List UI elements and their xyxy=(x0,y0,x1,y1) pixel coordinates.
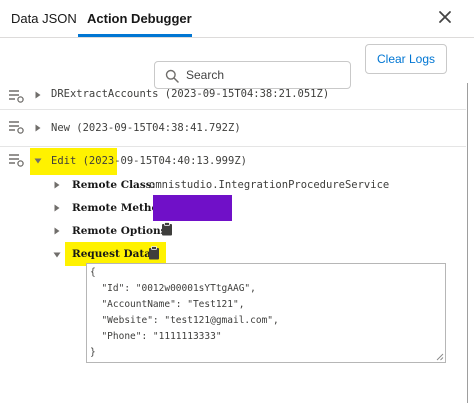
chevron-right-icon[interactable] xyxy=(53,181,61,189)
redacted-remote-method-value xyxy=(153,195,232,221)
json-line: { xyxy=(90,267,96,278)
active-tab-indicator xyxy=(78,34,192,37)
log-entry-title: New (2023-09-15T04:38:41.792Z) xyxy=(51,122,241,134)
log-list-icon xyxy=(9,90,24,103)
clipboard-icon[interactable] xyxy=(148,246,160,260)
chevron-down-icon[interactable] xyxy=(34,157,42,165)
json-line: "Id": "0012w00001sYTtgAAG", xyxy=(90,283,256,294)
chevron-right-icon[interactable] xyxy=(34,124,42,132)
json-line: "Website": "test121@gmail.com", xyxy=(90,315,279,326)
json-line: } xyxy=(90,347,96,358)
json-line: "Phone": "1111113333" xyxy=(90,331,222,342)
search-icon xyxy=(165,69,179,83)
request-data-textarea[interactable]: { "Id": "0012w00001sYTtgAAG", "AccountNa… xyxy=(86,263,446,363)
chevron-right-icon[interactable] xyxy=(53,204,61,212)
remote-options-label: Remote Options: xyxy=(72,225,171,237)
close-icon[interactable] xyxy=(436,8,454,26)
log-entry-title-expanded[interactable]: Edit (2023-09-15T04:40:13.999Z) xyxy=(51,155,247,167)
json-line: "AccountName": "Test121", xyxy=(90,299,245,310)
remote-class-value: omnistudio.IntegrationProcedureService xyxy=(149,179,390,191)
search-placeholder: Search xyxy=(186,68,225,82)
tab-data-json[interactable]: Data JSON xyxy=(11,0,77,38)
search-input[interactable]: Search xyxy=(154,61,351,89)
log-entry[interactable]: DRExtractAccounts (2023-09-15T04:38:21.0… xyxy=(0,86,466,110)
chevron-right-icon[interactable] xyxy=(53,227,61,235)
request-data-label: Request Data: xyxy=(72,248,155,260)
log-list-icon xyxy=(9,121,24,134)
chevron-right-icon[interactable] xyxy=(34,91,42,99)
remote-class-label: Remote Class: xyxy=(72,179,156,191)
log-entry-title: DRExtractAccounts (2023-09-15T04:38:21.0… xyxy=(51,88,330,100)
chevron-down-icon[interactable] xyxy=(53,251,61,259)
clipboard-icon[interactable] xyxy=(161,222,173,236)
clear-logs-button[interactable]: Clear Logs xyxy=(365,44,447,74)
log-entry[interactable]: New (2023-09-15T04:38:41.792Z) xyxy=(0,110,466,147)
log-list-icon xyxy=(9,154,24,167)
resize-handle-icon[interactable] xyxy=(436,353,444,361)
tab-bar: Data JSON Action Debugger xyxy=(0,0,474,38)
tab-action-debugger[interactable]: Action Debugger xyxy=(87,0,192,38)
scrollbar-track[interactable] xyxy=(467,83,468,403)
